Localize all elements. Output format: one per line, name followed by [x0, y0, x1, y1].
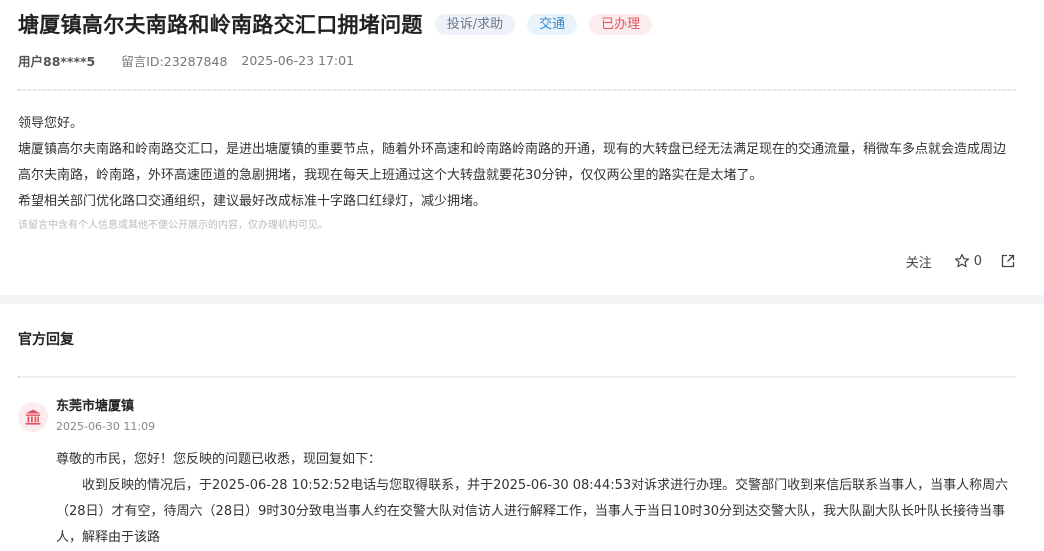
message-content: 领导您好。 塘厦镇高尔夫南路和岭南路交汇口，是进出塘厦镇的重要节点，随着外环高速… [18, 91, 1016, 233]
category-tag[interactable]: 投诉/求助 [434, 13, 516, 35]
status-badge: 已办理 [589, 13, 653, 35]
org-info: 东莞市塘厦镇 2025-06-30 11:09 [56, 398, 155, 435]
org-datetime: 2025-06-30 11:09 [56, 420, 156, 433]
government-building-icon [18, 402, 48, 432]
share-icon [1001, 254, 1015, 268]
reply-greeting: 尊敬的市民，您好！您反映的问题已收悉，现回复如下： [56, 452, 382, 467]
section-separator [0, 295, 1044, 304]
official-reply-section: 官方回复 东莞市塘厦镇 2025-06-30 11:09 尊敬的市民，您好！您反… [0, 304, 1044, 551]
action-bar: 关注 0 [18, 245, 1016, 277]
topic-tag[interactable]: 交通 [527, 13, 578, 35]
title-row: 塘厦镇高尔夫南路和岭南路交汇口拥堵问题 投诉/求助 交通 已办理 [18, 0, 1016, 48]
reply-body: 尊敬的市民，您好！您反映的问题已收悉，现回复如下： 收到反映的情况后，于2025… [56, 435, 1016, 551]
page-title: 塘厦镇高尔夫南路和岭南路交汇口拥堵问题 [18, 13, 423, 37]
official-reply-heading: 官方回复 [18, 332, 74, 348]
share-button[interactable] [1000, 253, 1016, 269]
message-datetime: 2025-06-23 17:01 [241, 53, 355, 68]
star-icon [954, 253, 969, 268]
star-button[interactable]: 0 [954, 253, 982, 269]
message-paragraph: 塘厦镇高尔夫南路和岭南路交汇口，是进出塘厦镇的重要节点，随着外环高速和岭南路岭南… [18, 142, 1007, 183]
reply-paragraph: 收到反映的情况后，于2025-06-28 10:52:52电话与您取得联系，并于… [56, 478, 1009, 545]
message-meta: 用户88****5 留言ID:23287848 2025-06-23 17:01 [18, 48, 1016, 73]
privacy-notice: 该留言中含有个人信息或其他不便公开展示的内容，仅办理机构可见。 [18, 220, 328, 231]
org-row: 东莞市塘厦镇 2025-06-30 11:09 [18, 378, 1016, 435]
star-count: 0 [973, 253, 982, 269]
message-section: 塘厦镇高尔夫南路和岭南路交汇口拥堵问题 投诉/求助 交通 已办理 用户88***… [0, 0, 1044, 277]
message-id: 留言ID:23287848 [121, 54, 228, 69]
org-name: 东莞市塘厦镇 [56, 399, 135, 414]
follow-button[interactable]: 关注 [906, 252, 932, 271]
user-name: 用户88****5 [18, 54, 96, 69]
message-paragraph: 领导您好。 [18, 116, 84, 131]
message-paragraph: 希望相关部门优化路口交通组织，建议最好改成标准十字路口红绿灯，减少拥堵。 [18, 194, 487, 209]
